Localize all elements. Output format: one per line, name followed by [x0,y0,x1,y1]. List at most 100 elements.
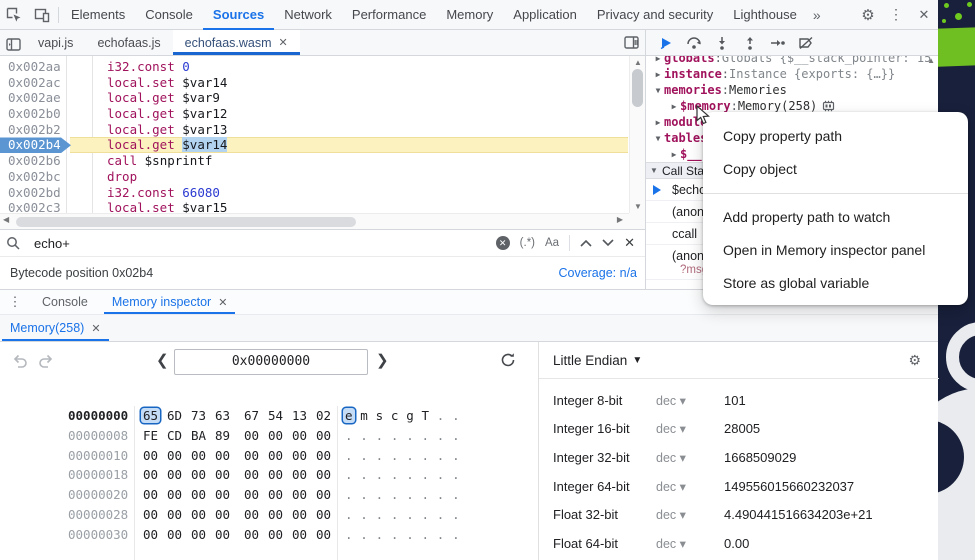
hex-byte[interactable]: 00 [215,507,230,522]
hex-byte[interactable]: 13 [292,408,307,423]
code-line[interactable]: 0x002bc drop [0,169,629,185]
hex-byte[interactable]: 00 [244,448,259,463]
hex-row[interactable]: 00000030 00 00 00 00 00 00 00 00........ [0,525,538,545]
endianness-select[interactable]: Little Endian [553,353,627,368]
match-case-toggle[interactable]: Aa [545,237,559,249]
search-next-icon[interactable] [602,239,614,247]
ascii-char[interactable]: . [345,507,353,522]
ascii-char[interactable]: . [406,487,414,502]
tab-performance[interactable]: Performance [342,0,436,30]
hex-byte[interactable]: 00 [268,507,283,522]
drawer-kebab-menu-icon[interactable]: ⋮ [0,290,30,314]
hex-byte[interactable]: 00 [316,428,331,443]
ascii-char[interactable]: . [360,467,368,482]
hex-byte[interactable]: 00 [215,487,230,502]
code-line[interactable]: 0x002b6 call $snprintf [0,153,629,169]
triangle-collapsed-icon[interactable]: ▶ [652,118,664,127]
resume-script-icon[interactable] [654,32,678,54]
ascii-char[interactable]: . [422,448,430,463]
tab-lighthouse[interactable]: Lighthouse [723,0,807,30]
ascii-char[interactable]: . [437,487,445,502]
ascii-char[interactable]: . [452,487,460,502]
ascii-char[interactable]: c [391,408,399,423]
scope-row-instance[interactable]: ▶ instance: Instance {exports: {…}} [646,66,938,82]
menu-item-add-property-path-to-watch[interactable]: Add property path to watch [703,201,968,234]
ascii-char[interactable]: . [360,507,368,522]
search-input[interactable]: echo+ [34,236,70,251]
value-format-select[interactable]: dec ▾ [656,479,724,494]
drawer-tab-console[interactable]: Console [30,290,100,314]
ascii-char[interactable]: T [422,408,430,423]
kebab-menu-icon[interactable]: ⋮ [882,1,910,29]
hex-byte[interactable]: 00 [244,527,259,542]
hex-byte[interactable]: 00 [244,487,259,502]
hex-byte[interactable]: 00 [292,527,307,542]
close-devtools-icon[interactable]: ✕ [910,1,938,29]
ascii-char[interactable]: . [437,467,445,482]
hex-byte[interactable]: 00 [215,448,230,463]
ascii-char[interactable]: . [422,487,430,502]
hex-byte[interactable]: 73 [191,408,206,423]
tab-application[interactable]: Application [503,0,587,30]
hex-byte[interactable]: 00 [316,527,331,542]
history-back-icon[interactable] [12,354,28,368]
hex-byte[interactable]: 00 [143,467,158,482]
ascii-char[interactable]: m [360,408,368,423]
deactivate-breakpoints-icon[interactable] [794,32,818,54]
hex-byte[interactable]: 00 [215,527,230,542]
hex-row[interactable]: 00000028 00 00 00 00 00 00 00 00........ [0,505,538,525]
toggle-navigator-sidebar-icon[interactable] [0,30,26,58]
ascii-char[interactable]: . [437,408,445,423]
close-search-icon[interactable]: ✕ [624,235,635,251]
hex-byte[interactable]: 00 [143,448,158,463]
ascii-char[interactable]: s [376,408,384,423]
menu-item-store-as-global-variable[interactable]: Store as global variable [703,267,968,300]
step-into-icon[interactable] [710,32,734,54]
hex-byte[interactable]: 65 [141,408,161,423]
ascii-char[interactable]: . [422,507,430,522]
ascii-char[interactable]: . [376,507,384,522]
hex-byte[interactable]: 00 [316,507,331,522]
ascii-char[interactable]: . [406,428,414,443]
device-toolbar-icon[interactable] [28,1,56,29]
ascii-char[interactable]: . [360,448,368,463]
scope-row-globals[interactable]: ▶ globals: Globals {$__stack_pointer: 15 [646,56,938,66]
toggle-debugger-sidebar-icon[interactable] [617,29,645,57]
menu-item-open-in-memory-inspector-panel[interactable]: Open in Memory inspector panel [703,234,968,267]
hex-byte[interactable]: 00 [167,507,182,522]
hex-byte[interactable]: 6D [167,408,182,423]
ascii-char[interactable]: . [391,487,399,502]
hex-row[interactable]: 00000010 00 00 00 00 00 00 00 00........ [0,446,538,466]
tab-elements[interactable]: Elements [61,0,135,30]
step-icon[interactable] [766,32,790,54]
hex-byte[interactable]: 00 [292,487,307,502]
hex-byte[interactable]: 00 [268,487,283,502]
scope-scrollbar-up[interactable]: ▲ [927,56,935,65]
settings-gear-icon[interactable]: ⚙ [854,1,882,29]
hex-dump-grid[interactable]: 00000000 65 6D 73 63 67 54 13 02 e m s c g T.. 00000008… [0,406,538,560]
ascii-char[interactable]: . [422,467,430,482]
hex-byte[interactable]: 00 [191,467,206,482]
hex-row[interactable]: 00000020 00 00 00 00 00 00 00 00........ [0,485,538,505]
hex-byte[interactable]: 00 [143,527,158,542]
close-drawer-tab-icon[interactable]: ✕ [218,296,227,309]
ascii-char[interactable]: . [376,467,384,482]
hex-byte[interactable]: 00 [292,428,307,443]
value-format-select[interactable]: dec ▾ [656,393,724,408]
ascii-char[interactable]: . [391,467,399,482]
hex-row[interactable]: 00000000 65 6D 73 63 67 54 13 02 e m s c g T.. [0,406,538,426]
hex-byte[interactable]: 00 [143,487,158,502]
hex-byte[interactable]: 00 [268,428,283,443]
hex-byte[interactable]: 89 [215,428,230,443]
triangle-collapsed-icon[interactable]: ▶ [668,102,680,111]
hex-byte[interactable]: 00 [268,467,283,482]
hex-byte[interactable]: 00 [191,448,206,463]
ascii-char[interactable]: . [406,448,414,463]
step-over-icon[interactable] [682,32,706,54]
ascii-char[interactable]: . [376,527,384,542]
ascii-char[interactable]: . [422,527,430,542]
clear-search-icon[interactable]: ✕ [495,236,510,250]
hex-byte[interactable]: 00 [191,527,206,542]
hex-byte[interactable]: 00 [268,448,283,463]
ascii-char[interactable]: . [452,408,460,423]
